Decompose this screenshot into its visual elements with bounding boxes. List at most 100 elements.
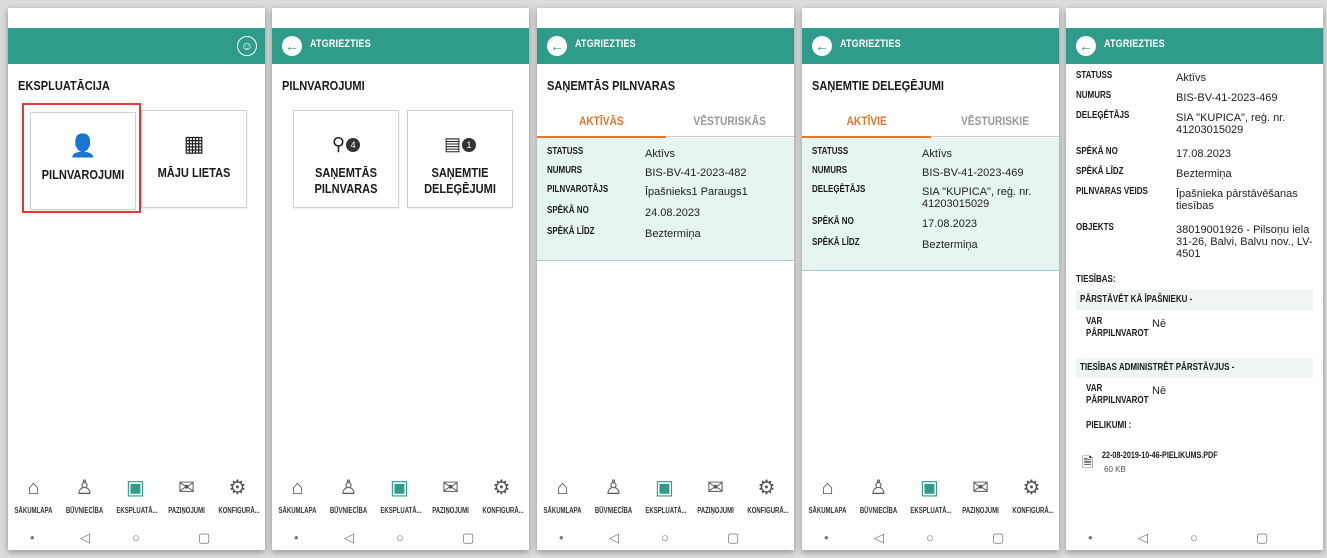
nav-label: SĀKUMLAPA [278,506,317,515]
building-icon: ▦ [183,131,205,156]
tab-vesturiskie[interactable]: VĒSTURISKIE [931,106,1060,136]
screen-delegejuma-detalas: ← ATGRIEZTIES STATUSS Aktīvs NUMURS BIS-… [1066,8,1323,550]
attachment-size: 60 KB [1104,465,1126,474]
back-triangle-icon[interactable]: ◁ [344,530,354,546]
nav-konfiguracija[interactable]: ⚙ KONFIGURĀ... [212,474,263,515]
gear-icon: ⚙ [228,477,247,499]
back-triangle-icon[interactable]: ◁ [80,530,90,546]
nav-konfiguracija[interactable]: ⚙ KONFIGURĀ... [741,474,792,515]
tab-aktivas[interactable]: AKTĪVĀS [537,106,666,138]
tab-aktivie[interactable]: AKTĪVIE [802,106,931,138]
home-circle-icon[interactable]: ○ [396,530,404,545]
top-bar: ← ATGRIEZTIES [1066,28,1323,64]
back-button[interactable]: ATGRIEZTIES [310,38,371,50]
back-button[interactable]: ATGRIEZTIES [575,38,636,50]
nav-label: SĀKUMLAPA [543,506,582,515]
nav-label: BŪVNIECĪBA [859,506,898,515]
page-title: PILNVAROJUMI [282,78,365,93]
menu-dot-icon[interactable]: • [824,530,829,545]
nav-sakumlapa[interactable]: ⌂ SĀKUMLAPA [272,474,323,515]
nav-ekspluatacija[interactable]: ▣ EKSPLUATĀ... [110,474,161,515]
envelope-icon: ✉ [178,477,195,499]
nav-ekspluatacija[interactable]: ▣ EKSPLUATĀ... [904,474,955,515]
home-circle-icon[interactable]: ○ [1190,530,1198,545]
back-arrow-icon[interactable]: ← [547,36,567,56]
back-triangle-icon[interactable]: ◁ [609,530,619,546]
construction-worker-icon: ♙ [75,477,94,499]
back-arrow-icon[interactable]: ← [282,36,302,56]
nav-label: KONFIGURĀ... [482,506,524,515]
document-icon: ▤ 1 [408,131,512,157]
recents-square-icon[interactable]: ▢ [462,530,474,546]
nav-buvnieciba[interactable]: ♙ BŪVNIECĪBA [588,474,639,515]
nav-sakumlapa[interactable]: ⌂ SĀKUMLAPA [802,474,853,515]
field-value: BIS-BV-41-2023-482 [645,167,747,179]
back-button[interactable]: ATGRIEZTIES [840,38,901,50]
right-section: PĀRSTĀVĒT KĀ ĪPAŠNIEKU - [1076,290,1313,310]
nav-pazinojumi[interactable]: ✉ PAZIŅOJUMI [690,474,741,515]
system-nav: • ◁ ○ ▢ [802,528,1059,550]
nav-sakumlapa[interactable]: ⌂ SĀKUMLAPA [537,474,588,515]
user-profile-icon[interactable]: ☺ [237,36,257,56]
recents-square-icon[interactable]: ▢ [727,530,739,546]
home-circle-icon[interactable]: ○ [132,530,140,545]
construction-worker-icon: ♙ [339,477,358,499]
menu-dot-icon[interactable]: • [1088,530,1093,545]
nav-pazinojumi[interactable]: ✉ PAZIŅOJUMI [161,474,212,515]
field-label: SPĒKĀ NO [812,216,854,227]
recents-square-icon[interactable]: ▢ [992,530,1004,546]
back-triangle-icon[interactable]: ◁ [874,530,884,546]
nav-label: KONFIGURĀ... [747,506,789,515]
system-nav: • ◁ ○ ▢ [1066,528,1323,550]
nav-label: BŪVNIECĪBA [329,506,368,515]
field-value: Aktīvs [1176,72,1206,84]
field-label: VAR PĀRPILNVAROT [1086,316,1149,339]
record-card[interactable]: STATUSS Aktīvs NUMURS BIS-BV-41-2023-482… [537,138,794,261]
menu-dot-icon[interactable]: • [559,530,564,545]
recents-square-icon[interactable]: ▢ [1256,530,1268,546]
tile-sanemtie-delegejumi[interactable]: ▤ 1 SAŅEMTIE DELEĢĒJUMI [407,110,513,208]
nav-ekspluatacija[interactable]: ▣ EKSPLUATĀ... [374,474,425,515]
bottom-nav: ⌂ SĀKUMLAPA ♙ BŪVNIECĪBA ▣ EKSPLUATĀ... ✉ PA… [802,468,1059,528]
nav-buvnieciba[interactable]: ♙ BŪVNIECĪBA [59,474,110,515]
nav-ekspluatacija[interactable]: ▣ EKSPLUATĀ... [639,474,690,515]
construction-worker-icon: ♙ [604,477,623,499]
recents-square-icon[interactable]: ▢ [198,530,210,546]
nav-konfiguracija[interactable]: ⚙ KONFIGURĀ... [476,474,527,515]
back-button[interactable]: ATGRIEZTIES [1104,38,1165,50]
menu-dot-icon[interactable]: • [294,530,299,545]
attachment-name[interactable]: 22-08-2019-10-46-PIELIKUMS.PDF [1102,450,1218,460]
tile-maju-lietas[interactable]: ▦ MĀJU LIETAS [141,110,247,208]
home-circle-icon[interactable]: ○ [661,530,669,545]
gear-icon: ⚙ [1022,477,1041,499]
building-icon: ▣ [126,477,145,499]
tab-bar: AKTĪVĀS VĒSTURISKĀS [537,106,795,138]
home-icon: ⌂ [27,477,40,499]
bottom-nav: ⌂ SĀKUMLAPA ♙ BŪVNIECĪBA ▣ EKSPLUATĀ... ✉ PA… [537,468,794,528]
home-icon: ⌂ [821,477,834,499]
record-card[interactable]: STATUSS Aktīvs NUMURS BIS-BV-41-2023-469… [802,138,1059,271]
bottom-nav: ⌂ SĀKUMLAPA ♙ BŪVNIECĪBA ▣ EKSPLUATĀ... ✉ PA… [8,468,265,528]
nav-pazinojumi[interactable]: ✉ PAZIŅOJUMI [955,474,1006,515]
nav-buvnieciba[interactable]: ♙ BŪVNIECĪBA [323,474,374,515]
tile-sanemtas-pilnvaras[interactable]: ⚲ 4 SAŅEMTĀS PILNVARAS [293,110,399,208]
field-label: SPĒKĀ LĪDZ [1076,166,1124,177]
back-arrow-icon[interactable]: ← [812,36,832,56]
nav-konfiguracija[interactable]: ⚙ KONFIGURĀ... [1006,474,1057,515]
field-value: Beztermiņa [1176,168,1232,180]
field-value: 24.08.2023 [645,207,701,219]
back-arrow-icon[interactable]: ← [1076,36,1096,56]
menu-dot-icon[interactable]: • [30,530,35,545]
nav-label: KONFIGURĀ... [218,506,260,515]
top-bar: ← ATGRIEZTIES [537,28,794,64]
construction-worker-icon: ♙ [869,477,888,499]
nav-pazinojumi[interactable]: ✉ PAZIŅOJUMI [425,474,476,515]
system-nav: • ◁ ○ ▢ [8,528,265,550]
tab-vesturiskas[interactable]: VĒSTURISKĀS [666,106,795,136]
tile-label: SAŅEMTIE DELEĢĒJUMI [416,165,504,197]
top-bar: ← ATGRIEZTIES [272,28,529,64]
nav-sakumlapa[interactable]: ⌂ SĀKUMLAPA [8,474,59,515]
back-triangle-icon[interactable]: ◁ [1138,530,1148,546]
nav-buvnieciba[interactable]: ♙ BŪVNIECĪBA [853,474,904,515]
home-circle-icon[interactable]: ○ [926,530,934,545]
